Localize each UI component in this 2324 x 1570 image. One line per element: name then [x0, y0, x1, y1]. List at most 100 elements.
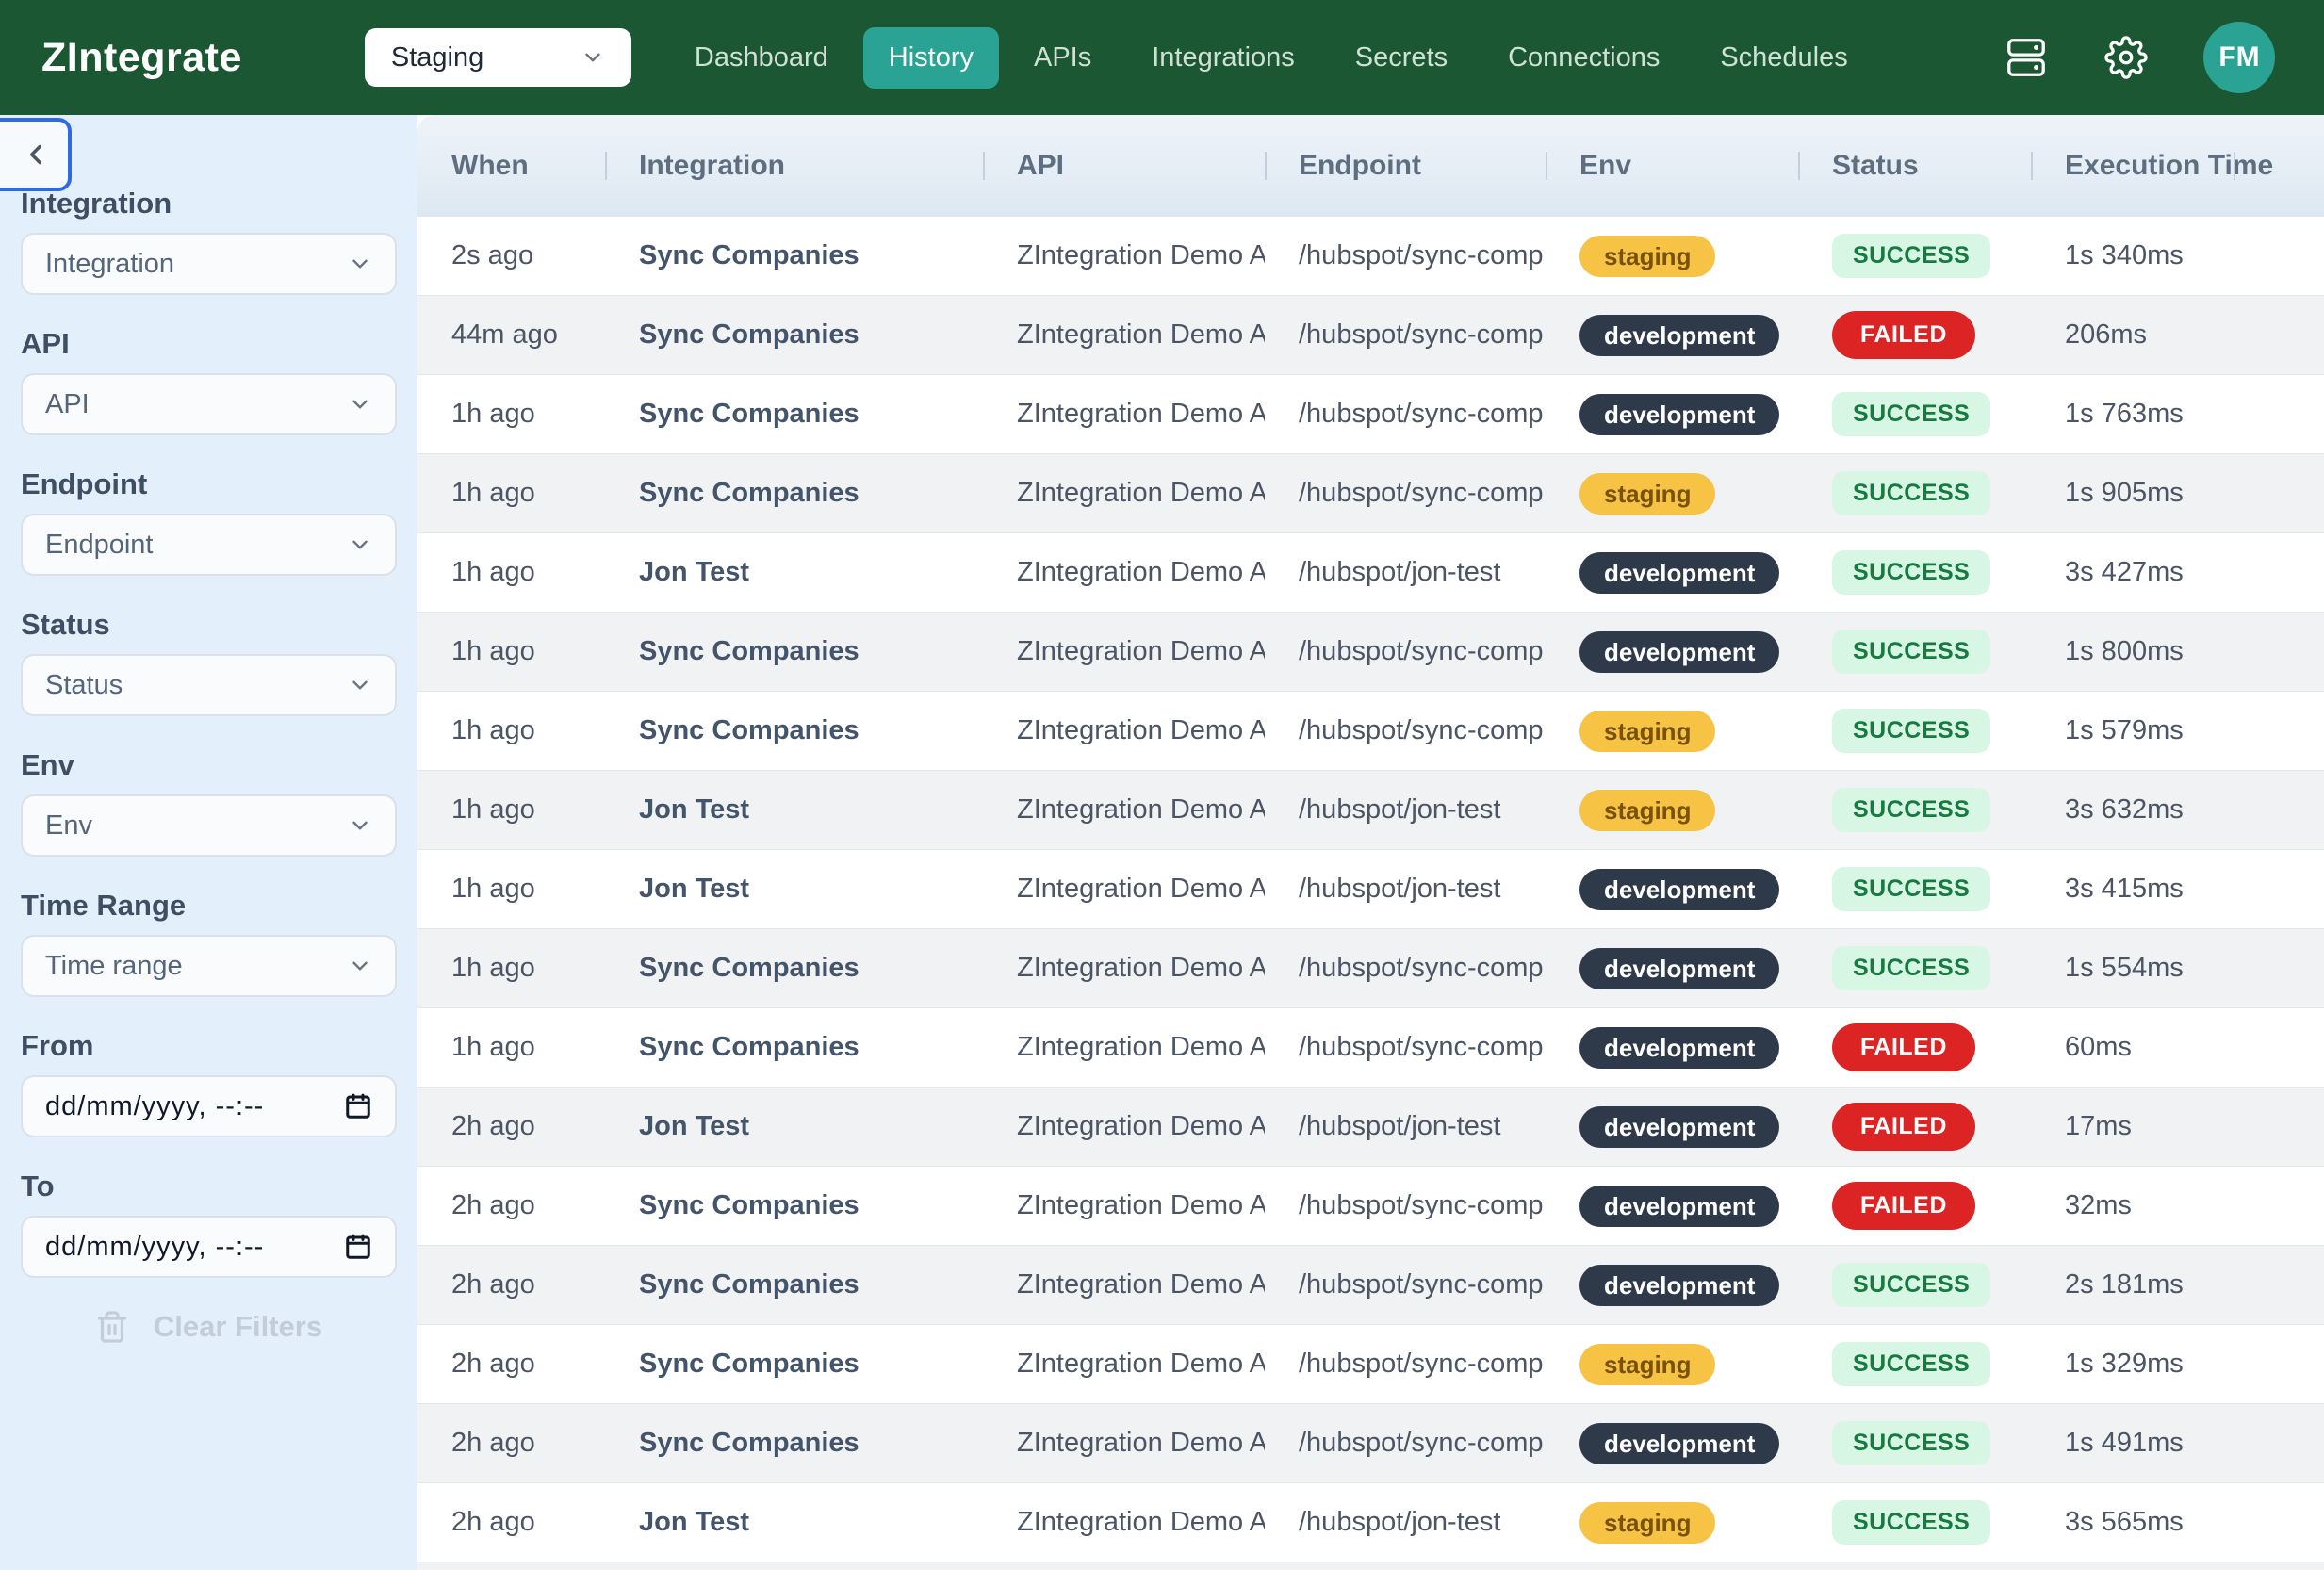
table-row[interactable]: 1h ago Sync Companies ZIntegration Demo … [417, 1008, 2324, 1088]
table-row[interactable]: 2h ago Sync Companies ZIntegration Demo … [417, 1246, 2324, 1325]
filter-select-status[interactable]: Status [21, 654, 397, 716]
cell-status: FAILED [1798, 1008, 2031, 1087]
app-logo: ZIntegrate [41, 35, 242, 81]
chevron-left-icon [20, 139, 52, 171]
settings-button[interactable] [2103, 35, 2149, 80]
cell-env: staging [1546, 692, 1798, 770]
nav-tab-apis[interactable]: APIs [1008, 27, 1117, 89]
status-badge: SUCCESS [1832, 788, 1990, 832]
table-row[interactable]: 1h ago Jon Test ZIntegration Demo A /hub… [417, 533, 2324, 613]
nav-tab-integrations[interactable]: Integrations [1126, 27, 1320, 89]
table-row[interactable]: 1h ago Sync Companies ZIntegration Demo … [417, 692, 2324, 771]
cell-api: ZIntegration Demo A [983, 1483, 1265, 1562]
cell-execution-time: 60ms [2031, 1008, 2324, 1087]
column-header-execution-time: Execution Time [2031, 115, 2324, 217]
cell-status: FAILED [1798, 1088, 2031, 1166]
cell-status: SUCCESS [1798, 771, 2031, 849]
datetime-placeholder: dd/mm/yyyy, --:-- [45, 1091, 264, 1122]
cell-endpoint: /hubspot/jon-test [1265, 1483, 1546, 1562]
server-icon [2005, 36, 2048, 79]
calendar-icon [344, 1092, 372, 1120]
cell-env: staging [1546, 217, 1798, 295]
nav-tab-secrets[interactable]: Secrets [1330, 27, 1473, 89]
nav-tab-history[interactable]: History [863, 27, 999, 89]
filter-select-value: Status [45, 670, 123, 701]
app-root: ZIntegrate Staging DashboardHistoryAPIsI… [0, 0, 2324, 1570]
table-row[interactable]: 2h ago Jon Test ZIntegration Demo A /hub… [417, 1483, 2324, 1562]
cell-execution-time: 2s 181ms [2031, 1246, 2324, 1324]
table-row[interactable]: 44m ago Sync Companies ZIntegration Demo… [417, 296, 2324, 375]
column-header-endpoint: Endpoint [1265, 115, 1546, 217]
chevron-down-icon [348, 813, 372, 838]
nav-tab-schedules[interactable]: Schedules [1694, 27, 1873, 89]
cell-status: SUCCESS [1798, 692, 2031, 770]
env-badge: staging [1579, 1502, 1715, 1544]
datetime-input-from[interactable]: dd/mm/yyyy, --:-- [21, 1075, 397, 1137]
cell-api: ZIntegration Demo A [983, 375, 1265, 453]
filter-select-api[interactable]: API [21, 373, 397, 435]
environment-select[interactable]: Staging [365, 28, 631, 87]
cell-execution-time: 1s 554ms [2031, 929, 2324, 1007]
history-table-panel: WhenIntegrationAPIEndpointEnvStatusExecu… [417, 115, 2324, 1570]
cell-status: SUCCESS [1798, 850, 2031, 928]
clear-filters-button[interactable]: Clear Filters [95, 1310, 322, 1344]
nav-tab-connections[interactable]: Connections [1482, 27, 1685, 89]
cell-api: ZIntegration Demo A [983, 1167, 1265, 1245]
cell-integration: Sync Companies [605, 375, 983, 453]
cell-endpoint: /hubspot/sync-comp [1265, 1325, 1546, 1403]
table-row[interactable]: 1h ago Sync Companies ZIntegration Demo … [417, 454, 2324, 533]
cell-execution-time: 1s 763ms [2031, 375, 2324, 453]
cell-integration: Jon Test [605, 850, 983, 928]
table-row[interactable]: 2h ago Jon Test ZIntegration Demo A /hub… [417, 1088, 2324, 1167]
server-button[interactable] [2004, 35, 2049, 80]
table-row[interactable]: 1h ago Sync Companies ZIntegration Demo … [417, 375, 2324, 454]
cell-when: 2h ago [417, 1246, 605, 1324]
table-row[interactable]: 1h ago Sync Companies ZIntegration Demo … [417, 929, 2324, 1008]
status-badge: SUCCESS [1832, 1263, 1990, 1307]
filter-label: Status [21, 608, 397, 642]
cell-status: SUCCESS [1798, 533, 2031, 612]
filter-group: Integration Integration [21, 187, 397, 295]
cell-env: development [1546, 533, 1798, 612]
cell-when: 44m ago [417, 296, 605, 374]
cell-endpoint: /hubspot/sync-comp [1265, 1167, 1546, 1245]
table-row[interactable]: 2h ago Sync Companies ZIntegration Demo … [417, 1325, 2324, 1404]
table-row[interactable]: 2h ago Sync Companies ZIntegration Demo … [417, 1404, 2324, 1483]
filter-select-env[interactable]: Env [21, 794, 397, 857]
cell-status: FAILED [1798, 296, 2031, 374]
status-badge: FAILED [1832, 1103, 1975, 1151]
cell-env: development [1546, 613, 1798, 691]
cell-integration: Sync Companies [605, 454, 983, 532]
cell-endpoint: /hubspot/jon-test [1265, 850, 1546, 928]
status-badge: SUCCESS [1832, 234, 1990, 278]
filter-select-value: API [45, 389, 90, 420]
cell-api: ZIntegration Demo A [983, 1246, 1265, 1324]
table-row[interactable]: 2s ago Sync Companies ZIntegration Demo … [417, 217, 2324, 296]
table-row[interactable]: 1h ago Jon Test ZIntegration Demo A /hub… [417, 771, 2324, 850]
cell-api: ZIntegration Demo A [983, 1325, 1265, 1403]
table-row[interactable]: 2h ago Sync Companies ZIntegration Demo … [417, 1167, 2324, 1246]
datetime-input-to[interactable]: dd/mm/yyyy, --:-- [21, 1216, 397, 1278]
user-avatar[interactable]: FM [2203, 22, 2275, 93]
sidebar-collapse-button[interactable] [0, 118, 72, 191]
topbar-actions: FM [2004, 22, 2275, 93]
cell-api: ZIntegration Demo A [983, 217, 1265, 295]
column-header-when: When [417, 115, 605, 217]
cell-integration: Jon Test [605, 771, 983, 849]
cell-env: staging [1546, 1483, 1798, 1562]
status-badge: SUCCESS [1832, 630, 1990, 674]
table-row[interactable]: 1h ago Jon Test ZIntegration Demo A /hub… [417, 850, 2324, 929]
cell-integration: Sync Companies [605, 1008, 983, 1087]
filter-select-integration[interactable]: Integration [21, 233, 397, 295]
nav-tab-dashboard[interactable]: Dashboard [669, 27, 854, 89]
cell-when: 1h ago [417, 1008, 605, 1087]
cell-execution-time: 1s 800ms [2031, 613, 2324, 691]
cell-env: staging [1546, 771, 1798, 849]
env-badge: development [1579, 1186, 1779, 1227]
clear-filters-label: Clear Filters [154, 1310, 322, 1344]
table-row[interactable]: 1h ago Sync Companies ZIntegration Demo … [417, 613, 2324, 692]
filter-select-endpoint[interactable]: Endpoint [21, 514, 397, 576]
status-badge: SUCCESS [1832, 1342, 1990, 1386]
env-badge: development [1579, 394, 1779, 435]
filter-select-time-range[interactable]: Time range [21, 935, 397, 997]
